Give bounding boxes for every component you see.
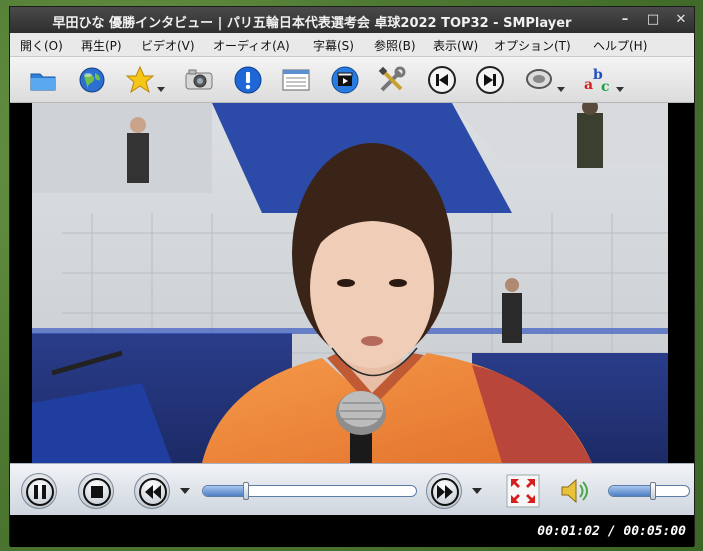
audio-track-dropdown-arrow[interactable]	[557, 87, 565, 92]
volume-icon[interactable]	[558, 474, 592, 508]
control-bar	[10, 463, 694, 515]
favorites-star-icon[interactable]	[125, 65, 155, 95]
globe-icon[interactable]	[77, 65, 107, 95]
close-button[interactable]: ✕	[672, 11, 690, 29]
folder-icon[interactable]	[28, 65, 58, 95]
fullscreen-icon[interactable]	[506, 474, 540, 508]
menu-browse[interactable]: 参照(B)	[374, 37, 416, 54]
maximize-button[interactable]: □	[644, 11, 662, 29]
menu-subtitles[interactable]: 字幕(S)	[313, 37, 354, 54]
minimize-button[interactable]: –	[616, 11, 634, 29]
window-title: 早田ひな 優勝インタビュー | パリ五輪日本代表選考会 卓球2022 TOP32…	[52, 16, 572, 31]
seek-handle[interactable]	[242, 482, 249, 500]
svg-text:a: a	[584, 77, 593, 93]
rewind-dropdown-arrow[interactable]	[180, 488, 190, 494]
menu-open[interactable]: 開く(O)	[20, 37, 63, 54]
menu-view[interactable]: 表示(W)	[433, 37, 478, 54]
smplayer-window: 早田ひな 優勝インタビュー | パリ五輪日本代表選考会 卓球2022 TOP32…	[9, 6, 695, 547]
stop-icon[interactable]	[78, 473, 114, 509]
seek-progress-fill	[203, 486, 246, 496]
video-clapper-icon[interactable]	[330, 65, 360, 95]
video-area[interactable]	[10, 103, 694, 463]
menu-play[interactable]: 再生(P)	[81, 37, 122, 54]
rewind-icon[interactable]	[134, 473, 170, 509]
playback-time: 00:01:02 / 00:05:00	[537, 524, 686, 539]
preferences-tools-icon[interactable]	[377, 65, 407, 95]
subtitles-dropdown-arrow[interactable]	[616, 87, 624, 92]
subtitles-abc-icon[interactable]: a b c	[583, 65, 613, 95]
favorites-dropdown-arrow[interactable]	[157, 87, 165, 92]
playlist-icon[interactable]	[281, 65, 311, 95]
volume-handle[interactable]	[650, 482, 656, 500]
menu-audio[interactable]: オーディオ(A)	[213, 37, 290, 54]
screenshot-camera-icon[interactable]	[184, 65, 214, 95]
menu-help[interactable]: ヘルプ(H)	[593, 37, 647, 54]
seek-slider[interactable]	[202, 482, 417, 500]
forward-icon[interactable]	[426, 473, 462, 509]
menu-bar: 開く(O) 再生(P) ビデオ(V) オーディオ(A) 字幕(S) 参照(B) …	[10, 33, 694, 57]
next-icon[interactable]	[475, 65, 505, 95]
status-bar: 00:01:02 / 00:05:00	[10, 515, 694, 547]
svg-text:c: c	[601, 79, 610, 95]
volume-slider[interactable]	[608, 482, 690, 500]
info-icon[interactable]	[233, 65, 263, 95]
main-toolbar: a b c	[10, 57, 694, 103]
audio-track-icon[interactable]	[524, 65, 554, 95]
video-frame	[32, 103, 668, 463]
volume-level-fill	[609, 486, 653, 496]
menu-options[interactable]: オプション(T)	[494, 37, 571, 54]
menu-video[interactable]: ビデオ(V)	[141, 37, 195, 54]
forward-dropdown-arrow[interactable]	[472, 488, 482, 494]
pause-icon[interactable]	[21, 473, 57, 509]
previous-icon[interactable]	[427, 65, 457, 95]
title-bar[interactable]: 早田ひな 優勝インタビュー | パリ五輪日本代表選考会 卓球2022 TOP32…	[10, 7, 694, 33]
